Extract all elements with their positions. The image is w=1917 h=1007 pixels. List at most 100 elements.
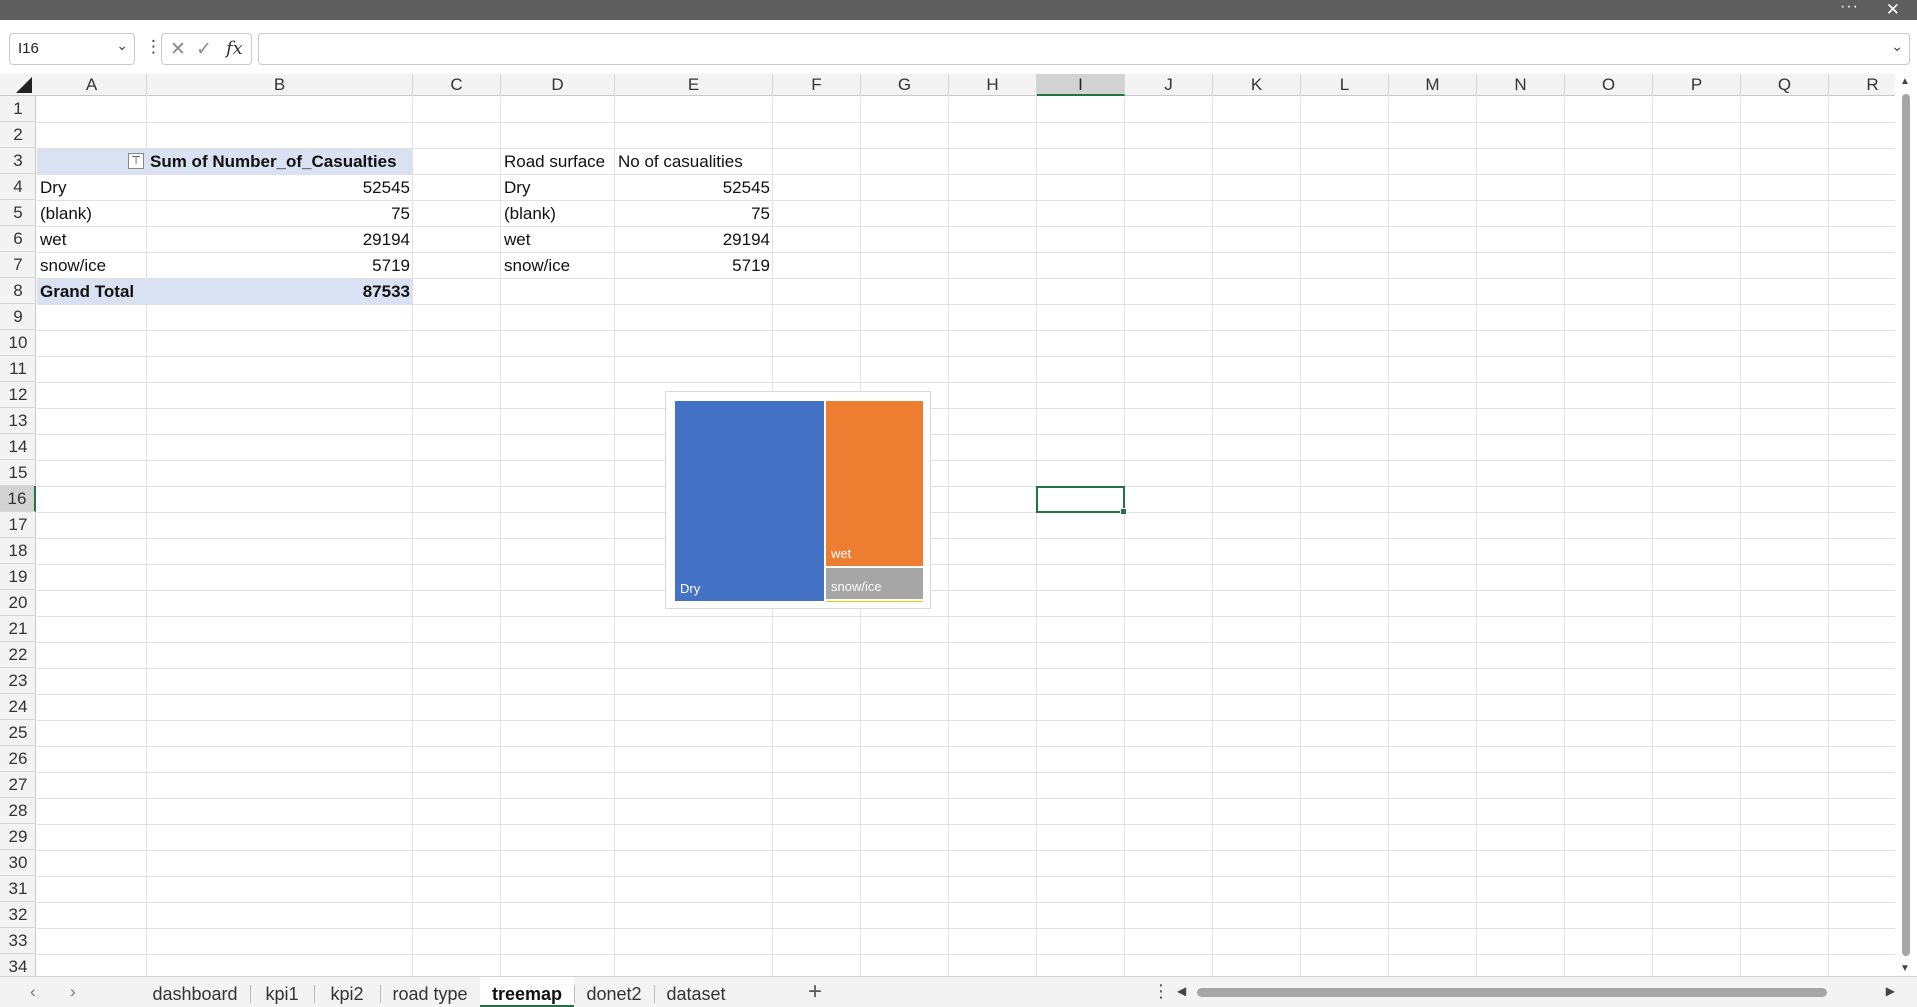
- pivot-grand-total-value[interactable]: 87533: [147, 279, 413, 304]
- row-header-29[interactable]: 29: [0, 824, 36, 850]
- active-cell-selection[interactable]: [1036, 486, 1127, 515]
- pivot-row-label[interactable]: wet: [37, 227, 147, 252]
- insert-function-icon[interactable]: fx: [226, 38, 243, 59]
- pivot-row-value[interactable]: 29194: [147, 227, 413, 252]
- scroll-down-icon[interactable]: ▼: [1900, 963, 1910, 974]
- vertical-dots-icon[interactable]: ⋮: [145, 37, 162, 57]
- row-header-7[interactable]: 7: [0, 252, 36, 278]
- row-header-15[interactable]: 15: [0, 460, 36, 486]
- pivot-row-value[interactable]: 52545: [147, 175, 413, 200]
- table-row-value[interactable]: 75: [615, 201, 773, 226]
- tab-donet2[interactable]: donet2: [574, 977, 654, 1007]
- row-header-9[interactable]: 9: [0, 304, 36, 330]
- select-all-corner[interactable]: [0, 74, 36, 96]
- column-header-a[interactable]: A: [37, 74, 147, 96]
- row-header-6[interactable]: 6: [0, 226, 36, 252]
- tab-options-icon[interactable]: ⋮: [1152, 981, 1170, 1002]
- chevron-down-icon[interactable]: ⌄: [116, 37, 128, 54]
- scroll-right-icon[interactable]: ▶: [1886, 984, 1895, 998]
- row-header-5[interactable]: 5: [0, 200, 36, 226]
- column-header-n[interactable]: N: [1477, 74, 1565, 96]
- row-header-25[interactable]: 25: [0, 720, 36, 746]
- horizontal-scrollbar[interactable]: ◀ ▶: [1175, 984, 1897, 1001]
- pivot-row-label[interactable]: snow/ice: [37, 253, 147, 278]
- column-header-e[interactable]: E: [615, 74, 773, 96]
- table-row-label[interactable]: (blank): [501, 201, 615, 226]
- pivot-row-label[interactable]: Dry: [37, 175, 147, 200]
- cancel-icon[interactable]: ✕: [170, 38, 186, 61]
- pivot-row-value[interactable]: 5719: [147, 253, 413, 278]
- close-icon[interactable]: ✕: [1886, 0, 1900, 20]
- table-header-road-surface[interactable]: Road surface: [501, 149, 615, 174]
- column-header-q[interactable]: Q: [1741, 74, 1829, 96]
- pivot-value-header[interactable]: Sum of Number_of_Casualties: [147, 149, 413, 174]
- pivot-row-value[interactable]: 75: [147, 201, 413, 226]
- column-header-i[interactable]: I: [1037, 74, 1125, 96]
- column-header-k[interactable]: K: [1213, 74, 1301, 96]
- row-header-27[interactable]: 27: [0, 772, 36, 798]
- vertical-scrollbar[interactable]: ▲ ▼: [1895, 74, 1917, 976]
- row-header-20[interactable]: 20: [0, 590, 36, 616]
- treemap-tile-blank[interactable]: [826, 601, 923, 602]
- enter-check-icon[interactable]: ✓: [196, 38, 212, 61]
- table-header-casualties[interactable]: No of casualities: [615, 149, 773, 174]
- row-header-18[interactable]: 18: [0, 538, 36, 564]
- column-header-h[interactable]: H: [949, 74, 1037, 96]
- name-box[interactable]: I16 ⌄: [9, 33, 135, 65]
- pivot-row-label[interactable]: (blank): [37, 201, 147, 226]
- row-header-3[interactable]: 3: [0, 148, 36, 174]
- row-header-19[interactable]: 19: [0, 564, 36, 590]
- scroll-up-icon[interactable]: ▲: [1900, 76, 1910, 87]
- row-header-4[interactable]: 4: [0, 174, 36, 200]
- treemap-tile-wet[interactable]: wet: [826, 401, 923, 566]
- vertical-scroll-thumb[interactable]: [1902, 94, 1910, 956]
- table-row-value[interactable]: 5719: [615, 253, 773, 278]
- row-header-23[interactable]: 23: [0, 668, 36, 694]
- table-row-label[interactable]: Dry: [501, 175, 615, 200]
- column-header-g[interactable]: G: [861, 74, 949, 96]
- filter-dropdown-icon[interactable]: ⊤: [128, 153, 144, 169]
- treemap-chart[interactable]: Dry wet snow/ice: [665, 391, 931, 609]
- row-header-22[interactable]: 22: [0, 642, 36, 668]
- row-header-11[interactable]: 11: [0, 356, 36, 382]
- column-header-p[interactable]: P: [1653, 74, 1741, 96]
- row-header-21[interactable]: 21: [0, 616, 36, 642]
- row-header-30[interactable]: 30: [0, 850, 36, 876]
- treemap-tile-snowice[interactable]: snow/ice: [826, 568, 923, 599]
- column-header-d[interactable]: D: [501, 74, 615, 96]
- column-header-c[interactable]: C: [413, 74, 501, 96]
- treemap-tile-dry[interactable]: Dry: [675, 401, 824, 601]
- row-header-10[interactable]: 10: [0, 330, 36, 356]
- row-header-2[interactable]: 2: [0, 122, 36, 148]
- more-horizontal-icon[interactable]: ···: [1840, 0, 1859, 16]
- row-header-33[interactable]: 33: [0, 928, 36, 954]
- row-header-1[interactable]: 1: [0, 96, 36, 122]
- next-sheet-icon[interactable]: ›: [70, 982, 76, 1002]
- pivot-grand-total-label[interactable]: Grand Total: [37, 279, 147, 304]
- row-header-14[interactable]: 14: [0, 434, 36, 460]
- row-header-28[interactable]: 28: [0, 798, 36, 824]
- horizontal-scroll-thumb[interactable]: [1197, 988, 1827, 997]
- column-header-j[interactable]: J: [1125, 74, 1213, 96]
- row-header-8[interactable]: 8: [0, 278, 36, 304]
- row-header-32[interactable]: 32: [0, 902, 36, 928]
- column-header-f[interactable]: F: [773, 74, 861, 96]
- prev-sheet-icon[interactable]: ‹: [30, 982, 36, 1002]
- column-header-l[interactable]: L: [1301, 74, 1389, 96]
- tab-dataset[interactable]: dataset: [654, 977, 738, 1007]
- expand-formula-bar-icon[interactable]: ⌄: [1891, 38, 1903, 55]
- row-header-31[interactable]: 31: [0, 876, 36, 902]
- cells-area[interactable]: ⊤ Sum of Number_of_Casualties Dry 52545 (bla…: [37, 97, 1895, 976]
- tab-dashboard[interactable]: dashboard: [140, 977, 250, 1007]
- column-header-b[interactable]: B: [147, 74, 413, 96]
- tab-road-type[interactable]: road type: [380, 977, 480, 1007]
- tab-kpi2[interactable]: kpi2: [314, 977, 380, 1007]
- column-header-m[interactable]: M: [1389, 74, 1477, 96]
- row-header-12[interactable]: 12: [0, 382, 36, 408]
- scroll-left-icon[interactable]: ◀: [1177, 984, 1186, 998]
- row-header-34[interactable]: 34: [0, 954, 36, 976]
- table-row-label[interactable]: wet: [501, 227, 615, 252]
- row-header-26[interactable]: 26: [0, 746, 36, 772]
- table-row-label[interactable]: snow/ice: [501, 253, 615, 278]
- table-row-value[interactable]: 29194: [615, 227, 773, 252]
